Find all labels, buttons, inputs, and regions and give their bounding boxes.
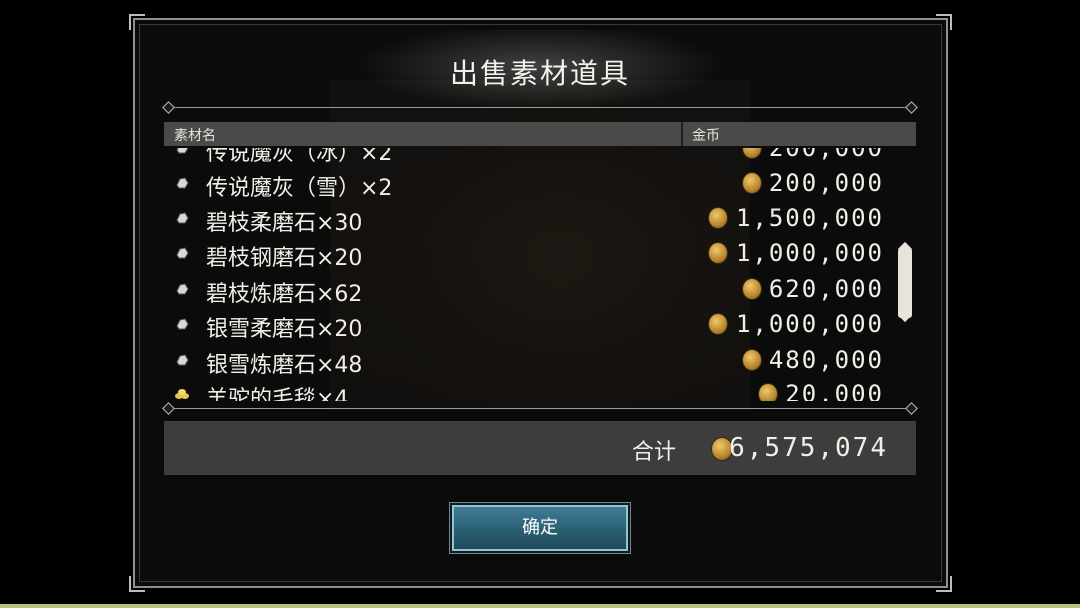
item-price: 480,000 bbox=[768, 346, 884, 374]
coin-icon bbox=[742, 172, 762, 194]
column-header-name: 素材名 bbox=[174, 128, 216, 144]
coin-icon bbox=[708, 313, 728, 335]
list-item[interactable]: 羊驼的毛毯×4 20,000 bbox=[164, 377, 884, 401]
list-item[interactable]: 碧枝钢磨石×20 1,000,000 bbox=[164, 236, 884, 271]
ore-icon bbox=[176, 177, 189, 189]
ore-icon bbox=[176, 212, 189, 224]
list-item[interactable]: 传说魔灰（雪）×2 200,000 bbox=[164, 166, 884, 201]
item-price: 20,000 bbox=[785, 380, 884, 401]
list-item[interactable]: 银雪炼磨石×48 480,000 bbox=[164, 343, 884, 378]
item-name: 碧枝炼磨石×62 bbox=[206, 282, 363, 307]
coin-icon bbox=[742, 148, 762, 159]
item-price: 620,000 bbox=[768, 275, 884, 303]
frame-corner bbox=[129, 576, 145, 592]
ore-icon bbox=[176, 354, 189, 366]
bottom-strip bbox=[0, 604, 1080, 608]
coin-icon bbox=[742, 349, 762, 371]
bottom-divider bbox=[162, 402, 918, 415]
dialog-title: 出售素材道具 bbox=[449, 57, 630, 90]
column-separator bbox=[681, 122, 683, 146]
frame-corner bbox=[936, 14, 952, 30]
list-item[interactable]: 银雪柔磨石×20 1,000,000 bbox=[164, 307, 884, 342]
coin-icon bbox=[742, 278, 762, 300]
item-name: 银雪柔磨石×20 bbox=[206, 317, 363, 342]
item-price: 200,000 bbox=[768, 148, 884, 162]
ore-icon bbox=[176, 247, 189, 259]
item-price: 200,000 bbox=[768, 169, 884, 197]
top-divider bbox=[162, 101, 918, 114]
item-price: 1,000,000 bbox=[735, 239, 884, 267]
coin-icon bbox=[758, 383, 778, 401]
fleece-icon bbox=[175, 389, 189, 399]
item-name: 银雪炼磨石×48 bbox=[206, 353, 363, 378]
item-name: 传说魔灰（冰）×2 bbox=[206, 148, 393, 166]
frame-corner bbox=[936, 576, 952, 592]
list-header: 素材名 金币 bbox=[164, 122, 916, 146]
column-header-money: 金币 bbox=[692, 128, 720, 144]
item-price: 1,000,000 bbox=[735, 310, 884, 338]
item-name: 传说魔灰（雪）×2 bbox=[206, 176, 393, 201]
list-item[interactable]: 碧枝柔磨石×30 1,500,000 bbox=[164, 201, 884, 236]
total-value: 6,575,074 bbox=[729, 433, 888, 463]
ore-icon bbox=[176, 148, 189, 154]
frame-corner bbox=[129, 14, 145, 30]
coin-icon bbox=[708, 207, 728, 229]
list-item[interactable]: 传说魔灰（冰）×2 200,000 bbox=[164, 148, 884, 166]
ore-icon bbox=[176, 318, 189, 330]
item-price: 1,500,000 bbox=[735, 204, 884, 232]
item-name: 羊驼的毛毯×4 bbox=[206, 387, 349, 401]
item-name: 碧枝柔磨石×30 bbox=[206, 211, 363, 236]
ore-icon bbox=[176, 283, 189, 295]
item-name: 碧枝钢磨石×20 bbox=[206, 246, 363, 271]
total-label: 合计 bbox=[632, 440, 677, 465]
list-item[interactable]: 碧枝炼磨石×62 620,000 bbox=[164, 272, 884, 307]
item-list[interactable]: 传说魔灰（冰）×2 200,000 传说魔灰（雪）×2 200,000 碧枝柔磨… bbox=[164, 148, 884, 401]
confirm-button[interactable]: 确定 bbox=[452, 505, 628, 551]
coin-icon bbox=[708, 242, 728, 264]
